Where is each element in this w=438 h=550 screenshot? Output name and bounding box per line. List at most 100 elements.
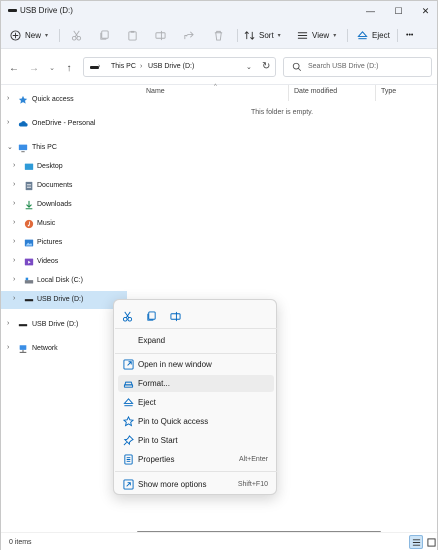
details-view-button[interactable] (409, 535, 423, 549)
recent-chevron-icon[interactable]: ⌄ (45, 61, 59, 75)
menu-item-label: Format... (138, 379, 171, 388)
chevron-right-icon[interactable]: › (13, 219, 15, 226)
menu-item-expand[interactable]: Expand (118, 332, 274, 349)
sidebar-item-onedrive[interactable]: › OneDrive - Personal (1, 115, 127, 133)
search-box[interactable]: Search USB Drive (D:) (283, 57, 432, 77)
forward-arrow-icon[interactable]: → (27, 61, 41, 75)
view-label: View (312, 30, 330, 40)
menu-item-label: Pin to Quick access (138, 417, 209, 426)
breadcrumb-usb-drive[interactable]: USB Drive (D:) (148, 63, 194, 70)
menu-item-label: Expand (138, 336, 166, 345)
sidebar-item-downloads[interactable]: › Downloads (1, 196, 127, 214)
refresh-icon[interactable]: ↻ (262, 61, 270, 72)
new-button[interactable]: New ▾ (10, 25, 48, 45)
minimize-button[interactable]: — (357, 1, 384, 21)
sidebar-item-label: Desktop (37, 163, 63, 170)
eject-button[interactable]: Eject (357, 25, 390, 45)
chevron-down-icon[interactable]: ⌄ (7, 143, 13, 151)
close-button[interactable]: ✕ (412, 1, 438, 21)
star-icon (18, 95, 28, 104)
sort-label: Sort (259, 30, 274, 40)
menu-item-shortcut: Alt+Enter (239, 456, 268, 463)
chevron-right-icon[interactable]: › (13, 276, 15, 283)
toolbar-divider (397, 29, 398, 42)
context-copy-button[interactable] (142, 308, 160, 324)
pictures-icon (24, 239, 34, 247)
back-arrow-icon[interactable]: ← (7, 61, 21, 75)
sidebar-item-usb-drive[interactable]: › USB Drive (D:) (1, 291, 127, 309)
menu-item-pin-start[interactable]: Pin to Start (118, 432, 274, 449)
sidebar-item-quick-access[interactable]: › Quick access (1, 91, 127, 109)
cut-button[interactable] (71, 25, 82, 45)
chevron-right-icon[interactable]: › (13, 162, 15, 169)
rename-button[interactable] (155, 25, 166, 45)
search-input[interactable]: Search USB Drive (D:) (308, 63, 378, 70)
sidebar-item-label: Documents (37, 182, 73, 189)
view-icon (297, 31, 308, 39)
copy-button[interactable] (99, 25, 110, 45)
chevron-down-icon[interactable]: ⌄ (246, 63, 252, 71)
share-button[interactable] (183, 25, 194, 45)
sidebar-item-this-pc[interactable]: ⌄ This PC (1, 139, 127, 157)
column-header-type[interactable]: Type (381, 88, 396, 95)
view-button[interactable]: View ▾ (297, 25, 336, 45)
delete-button[interactable] (213, 25, 224, 45)
menu-item-pin-quick-access[interactable]: Pin to Quick access (118, 413, 274, 430)
new-label: New (25, 30, 42, 40)
sidebar-item-usb-drive-root[interactable]: › USB Drive (D:) (1, 316, 127, 334)
address-bar[interactable]: › This PC › USB Drive (D:) ⌄ ↻ (83, 57, 276, 77)
sidebar-item-videos[interactable]: › Videos (1, 253, 127, 271)
chevron-right-icon[interactable]: › (98, 63, 100, 70)
chevron-right-icon[interactable]: › (7, 119, 9, 126)
eject-icon (357, 30, 368, 39)
cloud-icon (18, 121, 28, 127)
menu-item-eject[interactable]: Eject (118, 394, 274, 411)
context-cut-button[interactable] (118, 308, 136, 324)
column-header-name[interactable]: Name (146, 88, 165, 95)
menu-item-show-more-options[interactable]: Show more options Shift+F10 (118, 476, 274, 493)
chevron-right-icon[interactable]: › (13, 295, 15, 302)
column-divider[interactable] (288, 85, 289, 101)
breadcrumb-this-pc[interactable]: This PC (111, 63, 136, 70)
chevron-right-icon[interactable]: › (7, 320, 9, 327)
tiles-view-icon (426, 537, 436, 547)
column-divider[interactable] (375, 85, 376, 101)
menu-item-format[interactable]: Format... (118, 375, 274, 392)
sidebar-item-desktop[interactable]: › Desktop (1, 158, 127, 176)
sidebar-item-label: Local Disk (C:) (37, 277, 83, 284)
sidebar-item-network[interactable]: › Network (1, 340, 127, 358)
more-options-button[interactable]: ••• (406, 25, 413, 45)
tiles-view-button[interactable] (424, 535, 438, 549)
chevron-right-icon[interactable]: › (13, 257, 15, 264)
sidebar-item-documents[interactable]: › Documents (1, 177, 127, 195)
menu-item-properties[interactable]: Properties Alt+Enter (118, 451, 274, 468)
open-new-window-icon (123, 359, 134, 370)
copy-icon (100, 29, 109, 40)
sidebar-item-label: This PC (32, 144, 57, 151)
local-disk-icon (24, 277, 34, 284)
sidebar-item-label: Quick access (32, 96, 74, 103)
cut-icon (122, 311, 132, 322)
pin-icon (123, 435, 134, 446)
chevron-right-icon[interactable]: › (140, 63, 142, 70)
chevron-right-icon[interactable]: › (13, 238, 15, 245)
file-explorer-window: USB Drive (D:) — ☐ ✕ New ▾ Sort ▾ View ▾… (0, 0, 438, 550)
menu-item-open-new-window[interactable]: Open in new window (118, 356, 274, 373)
chevron-right-icon[interactable]: › (13, 181, 15, 188)
chevron-right-icon[interactable]: › (7, 344, 9, 351)
menu-divider (115, 328, 277, 329)
sort-button[interactable]: Sort ▾ (244, 25, 281, 45)
rename-icon (169, 311, 181, 321)
column-header-date-modified[interactable]: Date modified (294, 88, 337, 95)
paste-button[interactable] (127, 25, 138, 45)
sidebar-item-local-disk[interactable]: › Local Disk (C:) (1, 272, 127, 290)
sidebar-item-pictures[interactable]: › Pictures (1, 234, 127, 252)
maximize-button[interactable]: ☐ (385, 1, 412, 21)
computer-icon (18, 144, 28, 153)
chevron-right-icon[interactable]: › (13, 200, 15, 207)
up-arrow-icon[interactable]: ↑ (62, 61, 76, 75)
context-rename-button[interactable] (166, 308, 184, 324)
chevron-right-icon[interactable]: › (7, 95, 9, 102)
sidebar-item-music[interactable]: › Music (1, 215, 127, 233)
empty-folder-message: This folder is empty. (251, 109, 314, 116)
